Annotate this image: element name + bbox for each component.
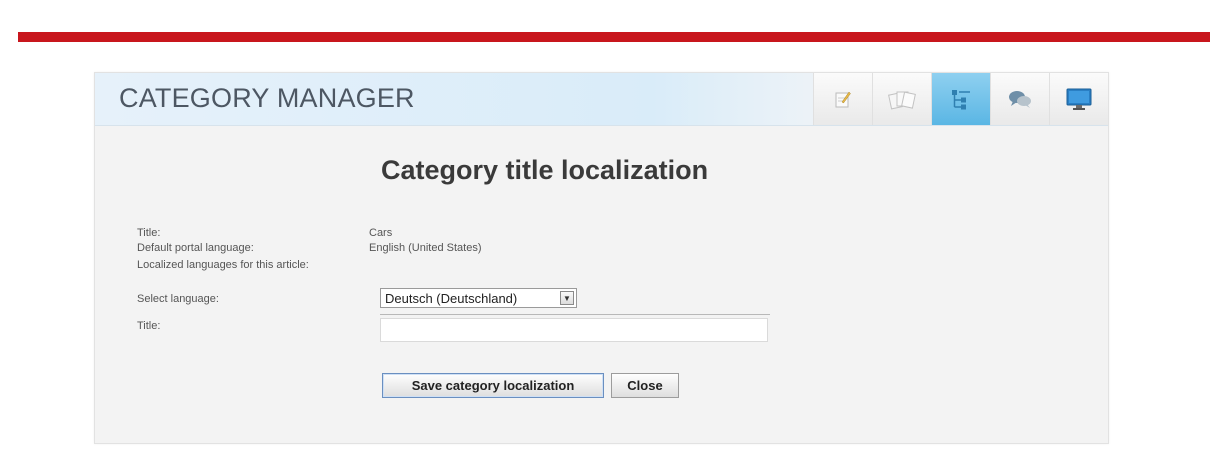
save-category-localization-button[interactable]: Save category localization: [382, 373, 604, 398]
field-divider: [380, 314, 770, 315]
category-tree-icon: [952, 90, 970, 110]
comments-tab[interactable]: [990, 73, 1049, 125]
category-tree-tab[interactable]: [931, 73, 990, 125]
comments-icon: [1009, 91, 1031, 108]
title-label: Title:: [137, 227, 161, 239]
panel-title: CATEGORY MANAGER: [119, 83, 415, 113]
top-accent-bar: [18, 32, 1210, 42]
edit-tab[interactable]: [813, 73, 872, 125]
monitor-icon: [1066, 88, 1092, 110]
monitor-tab[interactable]: [1049, 73, 1108, 125]
language-select-value: Deutsch (Deutschland): [385, 290, 518, 306]
default-language-label: Default portal language:: [137, 242, 254, 254]
chevron-down-icon[interactable]: ▼: [560, 291, 574, 305]
select-language-label: Select language:: [137, 293, 219, 305]
language-select[interactable]: Deutsch (Deutschland) ▼: [380, 288, 577, 308]
close-button[interactable]: Close: [611, 373, 679, 398]
form-heading: Category title localization: [381, 155, 709, 185]
articles-tab[interactable]: [872, 73, 931, 125]
localized-title-label: Title:: [137, 320, 161, 332]
toolbar-icons: [813, 73, 1108, 125]
panel-header: CATEGORY MANAGER: [95, 73, 1108, 126]
localized-languages-label: Localized languages for this article:: [137, 259, 309, 271]
category-manager-panel: CATEGORY MANAGER Category title localiza…: [94, 72, 1109, 444]
localized-title-input[interactable]: [380, 318, 768, 342]
edit-icon: [835, 91, 851, 108]
title-value: Cars: [369, 227, 393, 239]
articles-icon: [888, 91, 916, 110]
default-language-value: English (United States): [369, 242, 482, 254]
